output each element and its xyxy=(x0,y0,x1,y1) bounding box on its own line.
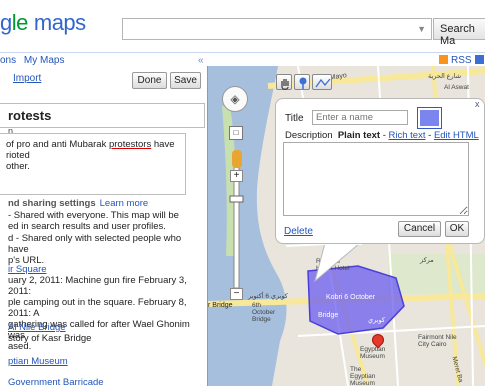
line-icon xyxy=(315,78,331,88)
place-link-nile-bridge[interactable]: Al Nile Bridge xyxy=(8,322,66,333)
street-label-al-aswat: Al Aswat xyxy=(444,84,469,91)
popup-title-label: Title xyxy=(285,113,304,124)
logo-le: le xyxy=(11,10,29,35)
search-dropdown-icon[interactable]: ▼ xyxy=(417,24,426,34)
place-desc-nile-bridge: story of Kasr Bridge xyxy=(8,333,92,344)
street-label-arabic-road: شارع الحرية xyxy=(428,73,462,80)
tab-my-maps[interactable]: My Maps xyxy=(24,55,65,66)
pan-icon[interactable]: ◈ xyxy=(222,86,248,112)
rich-text-link[interactable]: Rich text xyxy=(389,130,426,141)
collapse-panel-icon[interactable]: « xyxy=(198,55,204,66)
place-label-fairmont: Fairmont Nile City Cairo xyxy=(418,334,457,348)
zoom-in-icon[interactable]: + xyxy=(230,170,243,182)
google-maps-logo[interactable]: gle maps xyxy=(0,10,86,36)
panel-tabs: ons My Maps xyxy=(0,55,207,67)
popup-title-input[interactable] xyxy=(312,110,408,125)
import-link[interactable]: Import xyxy=(13,73,41,84)
link-icon[interactable] xyxy=(474,55,484,64)
pegman-icon[interactable] xyxy=(232,150,242,168)
compass-icon[interactable]: □ xyxy=(229,126,243,140)
street-label-arabic-kobri: كوبري xyxy=(368,317,385,324)
search-maps-button[interactable]: Search Ma xyxy=(433,18,485,47)
logo-g: g xyxy=(0,10,12,35)
map-description-text: of pro and anti Mubarak protestors have … xyxy=(6,139,175,172)
place-link-government-barricade[interactable]: Government Barricade xyxy=(8,377,104,386)
tab-directions[interactable]: ons xyxy=(0,55,16,66)
map-title-value: rotests xyxy=(8,108,52,123)
search-input[interactable]: ▼ xyxy=(122,18,432,40)
line-tool-button[interactable] xyxy=(312,74,332,90)
popup-description-label: Description xyxy=(285,130,333,141)
hand-icon xyxy=(281,79,289,90)
popup-pointer xyxy=(314,243,362,283)
header-divider xyxy=(0,52,485,53)
delete-link[interactable]: Delete xyxy=(284,226,313,237)
sharing-unlisted-option[interactable]: d - Shared only with selected people who… xyxy=(8,233,203,266)
rss-link[interactable]: RSS xyxy=(439,55,484,66)
color-swatch-fill xyxy=(420,110,439,126)
marker-icon xyxy=(299,77,307,89)
popup-description-textarea[interactable] xyxy=(283,142,469,216)
street-label-arabic-center: مركز xyxy=(420,257,434,264)
street-label-6th-october: 6th October Bridge xyxy=(252,302,276,323)
placemark-tool-button[interactable] xyxy=(294,74,310,90)
done-button[interactable]: Done xyxy=(132,72,167,89)
save-button[interactable]: Save xyxy=(170,72,201,89)
place-label-museum: Egyptian Museum xyxy=(360,346,386,360)
polygon-label-kobri: Kobri 6 October xyxy=(326,294,376,301)
polygon-label-bridge: Bridge xyxy=(318,312,339,319)
shape-color-swatch[interactable] xyxy=(417,107,442,129)
sharing-settings-heading: nd sharing settings Learn more xyxy=(8,198,149,209)
rss-icon xyxy=(439,55,448,64)
cancel-button[interactable]: Cancel xyxy=(398,221,441,237)
edit-html-link[interactable]: Edit HTML xyxy=(434,130,479,141)
sharing-public-option[interactable]: - Shared with everyone. This map will be… xyxy=(8,210,203,232)
place-label-egyptian-museum: The Egyptian Museum xyxy=(350,366,376,386)
popup-description-row: Description Plain text - Rich text - Edi… xyxy=(285,130,479,141)
street-label-arabic-left: كوبري 6 أكتوبر xyxy=(248,293,288,300)
plain-text-option[interactable]: Plain text xyxy=(338,130,380,141)
hand-tool-button[interactable] xyxy=(276,74,292,90)
street-label-r-bridge: r Bridge xyxy=(208,302,233,309)
zoom-out-icon[interactable]: − xyxy=(230,288,243,300)
logo-maps: maps xyxy=(33,10,86,35)
place-link-egyptian-museum[interactable]: ptian Museum xyxy=(8,356,68,367)
close-icon[interactable]: x xyxy=(475,99,480,109)
learn-more-link[interactable]: Learn more xyxy=(100,198,149,209)
place-link-tahrir-square[interactable]: ir Square xyxy=(8,264,47,275)
misspelled-word: protestors xyxy=(108,139,152,150)
ok-button[interactable]: OK xyxy=(445,221,469,237)
